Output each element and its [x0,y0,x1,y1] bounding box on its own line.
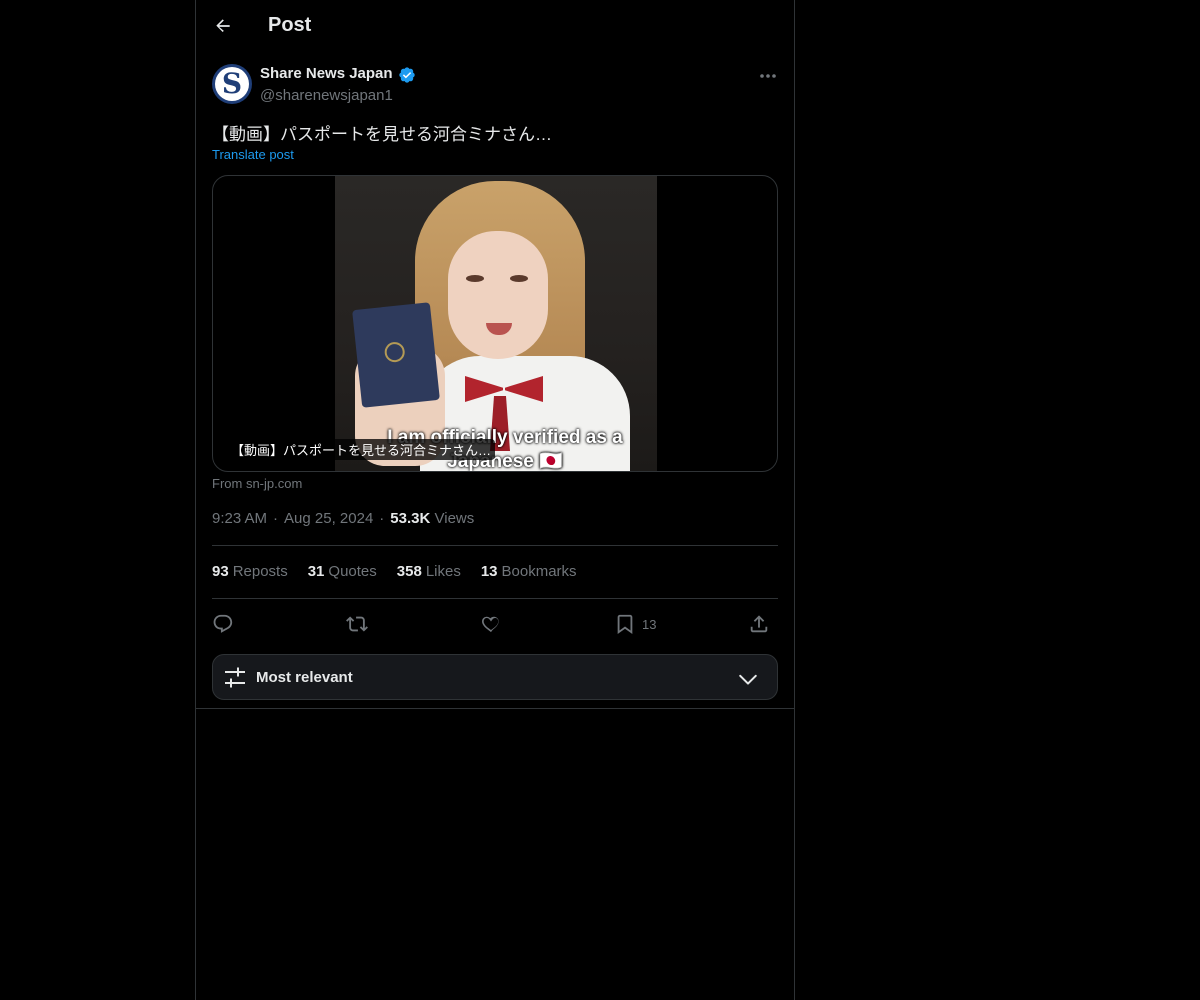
face-shape [448,231,548,359]
quotes-count: 31 [307,563,325,580]
sort-replies-dropdown[interactable]: Most relevant [212,654,778,700]
bookmarks-label: Bookmarks [501,563,577,580]
share-icon [750,615,768,633]
like-button[interactable] [480,610,502,638]
reposts-label: Reposts [232,563,288,580]
quotes-stat[interactable]: 31 Quotes [308,563,377,583]
post-time[interactable]: 9:23 AM [212,510,267,527]
likes-count: 358 [396,563,422,580]
share-button[interactable] [748,610,770,638]
sliders-icon [225,667,245,688]
divider [212,598,778,599]
author-handle[interactable]: @sharenewsjapan1 [260,87,393,104]
post-meta: 9:23 AM · Aug 25, 2024 · 53.3K Views [212,510,474,527]
arrow-left-icon [216,19,230,32]
post-header: S Share News Japan @sharenewsjapan1 [212,64,778,108]
likes-stat[interactable]: 358 Likes [397,563,461,583]
avatar-letter: S [215,67,249,101]
reply-icon [213,614,233,633]
repost-icon [346,616,368,632]
media-thumbnail: I am officially verified as a Japanese 🇯… [335,176,657,471]
passport-emblem [383,341,406,364]
mouth-shape [486,323,512,335]
avatar[interactable]: S [212,64,252,104]
repost-button[interactable] [346,610,368,638]
passport-shape [352,302,440,408]
bookmark-icon [617,614,633,635]
bookmark-button[interactable]: 13 [614,610,656,638]
heart-icon [482,616,499,633]
chevron-down-icon [739,674,757,685]
translate-post-link[interactable]: Translate post [212,147,294,162]
top-bar: Post [196,0,794,54]
reposts-stat[interactable]: 93 Reposts [212,563,288,583]
engagement-stats: 93 Reposts 31 Quotes 358 Likes 13 Bookmarks [212,563,577,583]
eye-shape [466,275,484,282]
separator-dot: · [273,510,279,527]
author-name[interactable]: Share News Japan [260,65,393,82]
reposts-count: 93 [212,563,229,580]
page-title: Post [268,14,312,36]
eye-shape [510,275,528,282]
post-text: 【動画】パスポートを見せる河合ミナさん… [212,125,552,144]
views-label: Views [434,510,475,527]
divider [196,708,794,709]
source-link[interactable]: From sn-jp.com [212,476,302,491]
reply-button[interactable] [212,610,234,638]
bookmarks-count: 13 [480,563,498,580]
more-horizontal-icon [760,74,776,78]
post-date[interactable]: Aug 25, 2024 [284,510,373,527]
views-count: 53.3K [390,510,431,527]
separator-dot: · [379,510,385,527]
media-caption: 【動画】パスポートを見せる河合ミナさん… [227,439,496,460]
more-options-button[interactable] [758,66,778,86]
media-card[interactable]: I am officially verified as a Japanese 🇯… [212,175,778,472]
main-column: Post S Share News Japan @sharenewsjapan1… [195,0,795,1000]
quotes-label: Quotes [328,563,377,580]
action-bar: 13 [212,610,778,638]
bookmark-count: 13 [642,616,657,632]
sort-label: Most relevant [256,669,353,686]
divider [212,545,778,546]
back-button[interactable] [206,9,240,43]
bookmarks-stat[interactable]: 13 Bookmarks [481,563,577,583]
verified-badge-icon [399,67,415,83]
likes-label: Likes [425,563,461,580]
